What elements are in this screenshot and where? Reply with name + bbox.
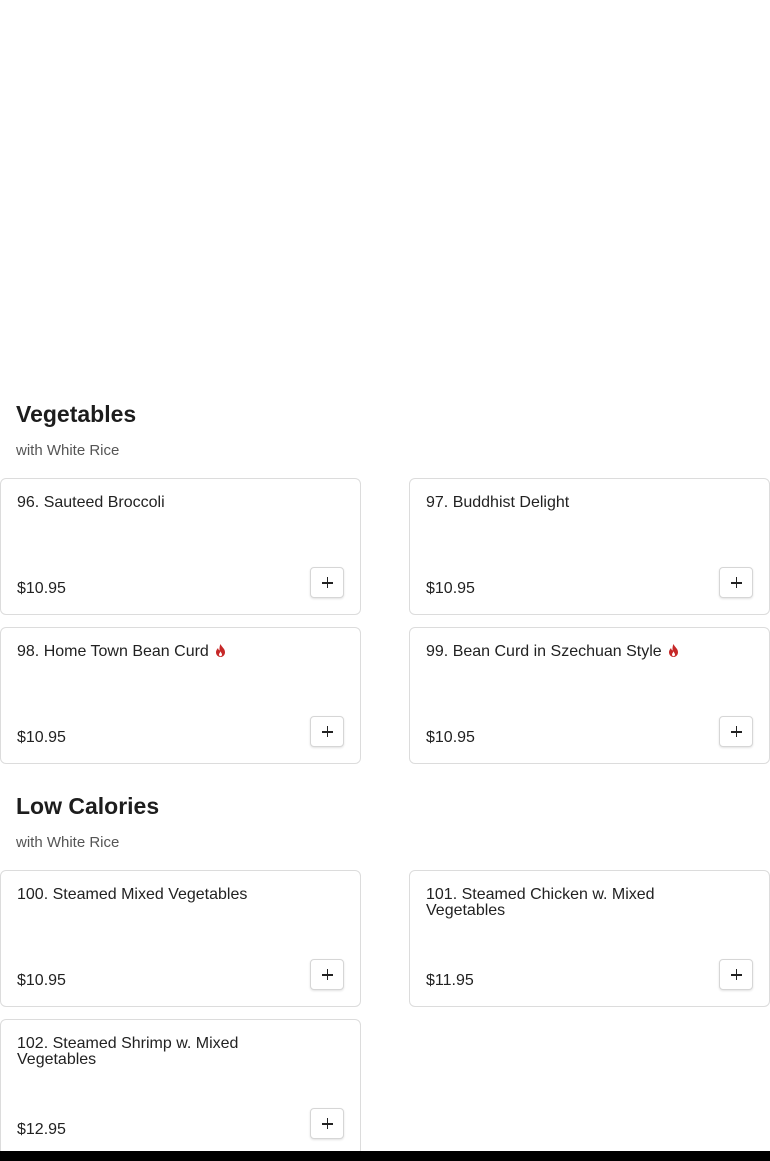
- menu-item-card[interactable]: 98. Home Town Bean Curd $10.95: [0, 627, 361, 764]
- item-name: 96. Sauteed Broccoli: [17, 495, 300, 511]
- plus-icon: [730, 577, 742, 588]
- plus-icon: [321, 1118, 333, 1129]
- flame-icon: [215, 644, 225, 657]
- item-name-text: 96. Sauteed Broccoli: [17, 494, 165, 511]
- plus-icon: [321, 726, 333, 737]
- item-price: $10.95: [17, 580, 66, 597]
- plus-icon: [321, 577, 333, 588]
- item-price: $10.95: [426, 580, 475, 597]
- item-name-text: 99. Bean Curd in Szechuan Style: [426, 643, 662, 660]
- item-price: $10.95: [17, 729, 66, 746]
- add-to-cart-button[interactable]: [310, 1108, 344, 1139]
- menu-item-card[interactable]: 96. Sauteed Broccoli $10.95: [0, 478, 361, 615]
- add-to-cart-button[interactable]: [719, 959, 753, 990]
- plus-icon: [730, 726, 742, 737]
- section-subtitle: with White Rice: [16, 442, 120, 459]
- add-to-cart-button[interactable]: [310, 959, 344, 990]
- flame-icon: [668, 644, 678, 657]
- add-to-cart-button[interactable]: [719, 716, 753, 747]
- item-price: $10.95: [17, 972, 66, 989]
- item-price: $11.95: [426, 972, 474, 989]
- item-name-text: 102. Steamed Shrimp w. Mixed Vegetables: [17, 1035, 239, 1068]
- item-name: 97. Buddhist Delight: [426, 495, 709, 511]
- menu-item-card[interactable]: 100. Steamed Mixed Vegetables $10.95: [0, 870, 361, 1007]
- item-name: 98. Home Town Bean Curd: [17, 644, 300, 660]
- menu-item-card[interactable]: 101. Steamed Chicken w. Mixed Vegetables…: [409, 870, 770, 1007]
- item-name: 101. Steamed Chicken w. Mixed Vegetables: [426, 887, 709, 919]
- menu-item-card[interactable]: 102. Steamed Shrimp w. Mixed Vegetables …: [0, 1019, 361, 1156]
- section-title: Vegetables: [16, 401, 137, 427]
- plus-icon: [321, 969, 333, 980]
- bottom-bar: [0, 1151, 770, 1161]
- item-name: 100. Steamed Mixed Vegetables: [17, 887, 300, 903]
- add-to-cart-button[interactable]: [310, 716, 344, 747]
- item-name-text: 100. Steamed Mixed Vegetables: [17, 886, 248, 903]
- add-to-cart-button[interactable]: [719, 567, 753, 598]
- item-price: $10.95: [426, 729, 475, 746]
- item-name-text: 97. Buddhist Delight: [426, 494, 570, 511]
- item-name: 102. Steamed Shrimp w. Mixed Vegetables: [17, 1036, 300, 1068]
- menu-item-card[interactable]: 99. Bean Curd in Szechuan Style $10.95: [409, 627, 770, 764]
- item-name: 99. Bean Curd in Szechuan Style: [426, 644, 709, 660]
- section-title: Low Calories: [16, 793, 160, 819]
- section-subtitle: with White Rice: [16, 834, 120, 851]
- menu-item-card[interactable]: 97. Buddhist Delight $10.95: [409, 478, 770, 615]
- item-name-text: 98. Home Town Bean Curd: [17, 643, 209, 660]
- add-to-cart-button[interactable]: [310, 567, 344, 598]
- plus-icon: [730, 969, 742, 980]
- item-name-text: 101. Steamed Chicken w. Mixed Vegetables: [426, 886, 655, 919]
- item-price: $12.95: [17, 1121, 66, 1138]
- blank-banner-area: [0, 0, 770, 375]
